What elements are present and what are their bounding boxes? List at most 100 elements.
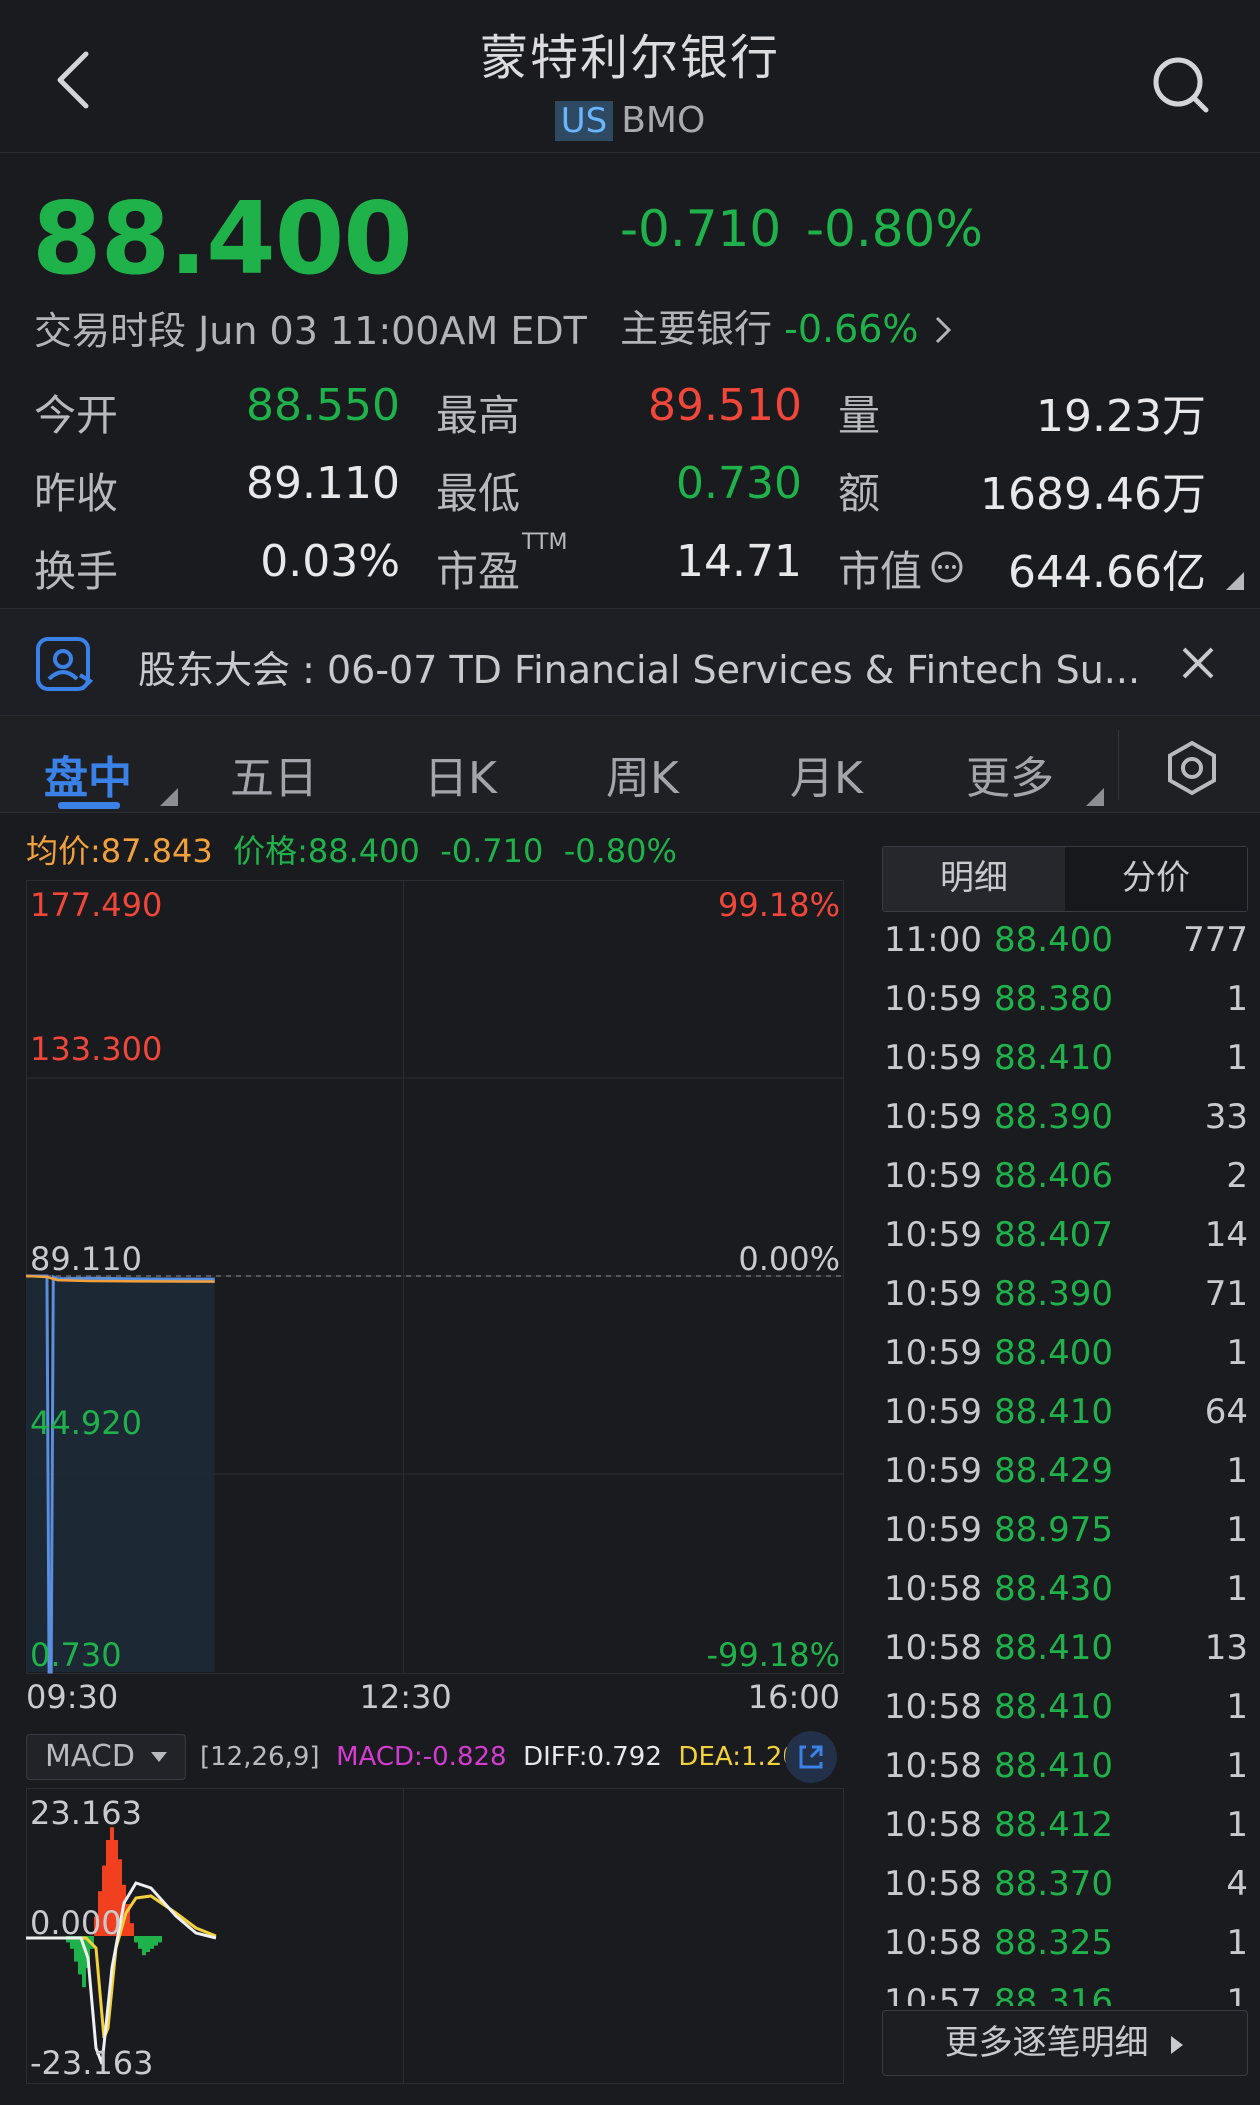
chart-change: -0.710 (440, 832, 544, 870)
tick-price: 88.316 (994, 1982, 1113, 2006)
y-axis-pct-label: 0.00% (738, 1240, 840, 1278)
tick-volume: 1 (1226, 1687, 1248, 1727)
tick-volume: 1 (1226, 1805, 1248, 1845)
tab-price-distribution[interactable]: 分价 (1065, 847, 1247, 911)
stat-label: 换手 (34, 547, 119, 596)
tick-price: 88.410 (994, 1392, 1113, 1432)
active-tab-indicator (58, 802, 120, 809)
tick-volume: 33 (1204, 1097, 1248, 1137)
tick-price: 88.410 (994, 1038, 1113, 1078)
event-banner[interactable]: 股东大会 : 06-07 TD Financial Services & Fin… (0, 608, 1260, 716)
tick-row: 10:58 88.410 1 (882, 1687, 1248, 1746)
tick-time: 10:58 (884, 1569, 982, 1609)
tick-price: 88.975 (994, 1510, 1113, 1550)
tick-row: 10:59 88.400 1 (882, 1333, 1248, 1392)
tick-row: 10:59 88.390 71 (882, 1274, 1248, 1333)
tick-row: 10:59 88.380 1 (882, 979, 1248, 1038)
stat-value: 88.550 (246, 380, 400, 431)
indicator-select-label: MACD (45, 1739, 135, 1774)
macd-chart[interactable]: 23.163 0.000 -23.163 (26, 1788, 844, 2084)
tick-price: 88.400 (994, 920, 1113, 960)
tick-volume: 1 (1226, 1923, 1248, 1963)
price-change-percent: -0.80% (806, 200, 983, 258)
tick-row: 11:00 88.400 777 (882, 920, 1248, 979)
macd-values: [12,26,9] MACD:-0.828 DIFF:0.792 DEA:1.2… (200, 1742, 815, 1772)
x-axis-tick-label: 16:00 (747, 1678, 840, 1716)
stat-value: 89.510 (648, 380, 802, 431)
expand-corner-icon[interactable] (1226, 572, 1244, 590)
banner-text: 股东大会 : 06-07 TD Financial Services & Fin… (138, 648, 1141, 692)
tick-row: 10:58 88.412 1 (882, 1805, 1248, 1864)
macd-histogram-bar (146, 1936, 150, 1952)
session-time: 交易时段 Jun 03 11:00AM EDT (34, 309, 587, 353)
tick-row: 10:58 88.410 1 (882, 1746, 1248, 1805)
tick-list-panel: 明细 分价 11:00 88.400 777 10:59 88.380 1 10:59 88.… (882, 846, 1248, 2006)
tick-row: 10:58 88.370 4 (882, 1864, 1248, 1923)
info-icon[interactable] (930, 550, 964, 584)
tick-time: 10:59 (884, 1274, 982, 1314)
stat-label: 额 (838, 469, 881, 518)
tick-volume: 71 (1204, 1274, 1248, 1314)
meeting-icon (36, 637, 94, 691)
sector-link[interactable]: 主要银行 -0.66% (620, 298, 953, 353)
stat-value: 644.66亿 (1008, 547, 1206, 598)
tick-time: 10:59 (884, 1156, 982, 1196)
tick-row: 10:59 88.407 14 (882, 1215, 1248, 1274)
caret-down-icon (151, 1752, 167, 1762)
tab-daily-k[interactable]: 日K (424, 742, 497, 806)
x-axis-labels: 09:30 12:30 16:00 (26, 1678, 844, 1722)
stat-value: 1689.46万 (980, 469, 1206, 520)
dropdown-corner-icon (1086, 788, 1104, 806)
tick-time: 10:58 (884, 1687, 982, 1727)
search-icon[interactable] (1150, 54, 1214, 118)
tab-details[interactable]: 明细 (883, 847, 1065, 911)
tick-price: 88.370 (994, 1864, 1113, 1904)
diff-value: DIFF:0.792 (523, 1742, 662, 1772)
more-ticks-label: 更多逐笔明细 (944, 2023, 1149, 2063)
tick-volume: 1 (1226, 1982, 1248, 2006)
tick-volume: 1 (1226, 979, 1248, 1019)
indicator-select[interactable]: MACD (26, 1734, 186, 1780)
macd-histogram-bar (150, 1936, 154, 1949)
price-change: -0.710 (620, 200, 782, 258)
macd-params: [12,26,9] (200, 1742, 320, 1772)
page-title: 蒙特利尔银行 (479, 30, 780, 86)
tick-volume: 1 (1226, 1333, 1248, 1373)
stat-value: 19.23万 (1036, 391, 1206, 442)
ticker-row: US BMO (0, 100, 1260, 141)
intraday-chart[interactable]: 177.490 133.300 89.110 44.920 0.730 99.18% 0.0… (26, 880, 844, 1674)
tick-price: 88.412 (994, 1805, 1113, 1845)
macd-value: MACD:-0.828 (336, 1742, 507, 1772)
tick-row: 10:58 88.430 1 (882, 1569, 1248, 1628)
tick-price: 88.410 (994, 1687, 1113, 1727)
tick-time: 10:59 (884, 979, 982, 1019)
last-price: 88.400 (32, 180, 413, 297)
close-icon[interactable] (1178, 643, 1218, 683)
tab-more[interactable]: 更多 (966, 742, 1054, 806)
tab-divider (1118, 730, 1119, 800)
tick-price: 88.429 (994, 1451, 1113, 1491)
tick-time: 10:59 (884, 1451, 982, 1491)
tab-weekly-k[interactable]: 周K (606, 742, 679, 806)
macd-histogram-bar (158, 1936, 162, 1943)
tab-monthly-k[interactable]: 月K (790, 742, 863, 806)
tick-time: 10:59 (884, 1333, 982, 1373)
tick-price: 88.390 (994, 1097, 1113, 1137)
tab-five-day[interactable]: 五日 (230, 742, 318, 806)
stat-value: 14.71 (676, 536, 802, 587)
tick-time: 10:58 (884, 1805, 982, 1845)
avg-price: 均价:87.843 (26, 832, 213, 870)
stat-value: 0.730 (676, 458, 802, 509)
tick-volume: 1 (1226, 1510, 1248, 1550)
x-axis-tick-label: 09:30 (26, 1678, 119, 1716)
tick-price: 88.410 (994, 1746, 1113, 1786)
tick-time: 10:59 (884, 1510, 982, 1550)
expand-icon[interactable] (784, 1730, 838, 1784)
stat-label: 最高 (436, 391, 521, 440)
settings-icon[interactable] (1164, 740, 1220, 796)
tick-tabs: 明细 分价 (882, 846, 1248, 912)
more-ticks-button[interactable]: 更多逐笔明细 (882, 2010, 1248, 2076)
tick-row: 10:58 88.410 13 (882, 1628, 1248, 1687)
tab-intraday[interactable]: 盘中 (44, 742, 132, 806)
tick-time: 10:57 (884, 1982, 982, 2006)
